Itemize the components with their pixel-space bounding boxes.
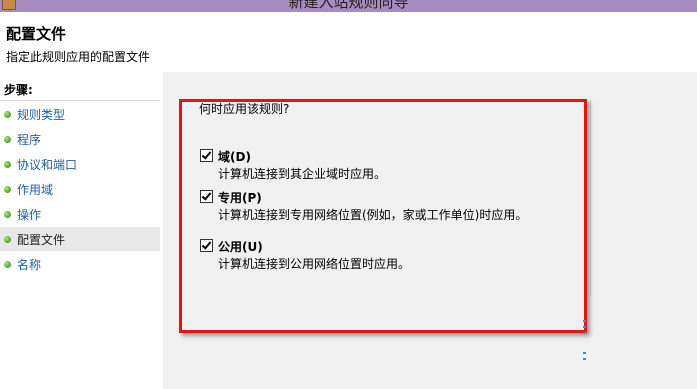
step-program[interactable]: 程序: [0, 127, 160, 151]
step-bullet-icon: [4, 261, 11, 268]
step-label: 协议和端口: [17, 158, 78, 172]
step-label: 操作: [17, 208, 42, 222]
window-title: 新建入站规则向导: [288, 0, 409, 11]
steps-divider: [0, 100, 160, 101]
step-profile[interactable]: 配置文件: [0, 227, 160, 251]
step-bullet-icon: [4, 211, 11, 218]
step-bullet-icon: [4, 186, 11, 193]
page-title: 配置文件: [6, 25, 67, 43]
question-text: 何时应用该规则?: [199, 102, 290, 116]
title-bar: 新建入站规则向导: [0, 0, 697, 12]
step-bullet-icon: [4, 111, 11, 118]
step-bullet-icon: [4, 161, 11, 168]
page-subtitle: 指定此规则应用的配置文件: [6, 50, 151, 64]
step-label: 规则类型: [17, 108, 66, 122]
panel-divider: [590, 100, 591, 296]
scroll-indicator: [583, 318, 587, 364]
step-label: 配置文件: [17, 233, 66, 247]
private-checkbox[interactable]: [200, 190, 213, 203]
step-scope[interactable]: 作用域: [0, 177, 160, 201]
public-label[interactable]: 公用(U): [218, 238, 263, 255]
step-action[interactable]: 操作: [0, 202, 160, 226]
step-label: 名称: [17, 258, 42, 272]
content-panel: 何时应用该规则? 域(D) 计算机连接到其企业域时应用。 专用(P) 计算机连接…: [163, 72, 697, 389]
private-description: 计算机连接到专用网络位置(例如，家或工作单位)时应用。: [218, 208, 528, 222]
steps-title: 步骤:: [4, 83, 33, 97]
private-label[interactable]: 专用(P): [218, 189, 262, 206]
step-label: 程序: [17, 133, 42, 147]
public-description: 计算机连接到公用网络位置时应用。: [218, 257, 411, 271]
domain-checkbox[interactable]: [200, 149, 213, 162]
step-rule-type[interactable]: 规则类型: [0, 102, 160, 126]
step-bullet-icon: [4, 236, 11, 243]
step-name[interactable]: 名称: [0, 252, 160, 276]
domain-description: 计算机连接到其企业域时应用。: [218, 167, 387, 181]
step-label: 作用域: [17, 183, 54, 197]
domain-label[interactable]: 域(D): [218, 148, 251, 165]
step-protocol-ports[interactable]: 协议和端口: [0, 152, 160, 176]
step-bullet-icon: [4, 136, 11, 143]
page-header: 配置文件 指定此规则应用的配置文件: [0, 12, 697, 72]
steps-sidebar: 步骤: 规则类型 程序 协议和端口 作用域 操作 配置文件 名称: [0, 72, 162, 389]
public-checkbox[interactable]: [200, 239, 213, 252]
